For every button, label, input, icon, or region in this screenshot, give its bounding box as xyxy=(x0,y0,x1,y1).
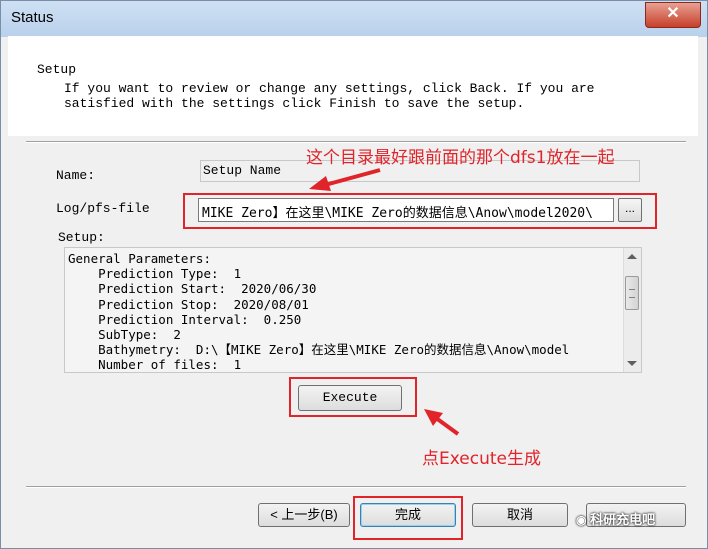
execute-annotation: 点Execute生成 xyxy=(422,449,541,469)
setup-line: Prediction Interval: 0.250 xyxy=(68,311,302,327)
setup-line: General Parameters: xyxy=(68,251,211,266)
bottom-divider xyxy=(26,486,686,488)
setup-scrollbar[interactable] xyxy=(623,248,641,372)
setup-summary-text: General Parameters: Prediction Type: 1 P… xyxy=(68,251,620,373)
close-icon: ✕ xyxy=(666,5,680,22)
file-highlight-box xyxy=(183,193,657,229)
finish-highlight-box xyxy=(353,496,463,540)
wechat-icon: ◉ xyxy=(576,513,587,527)
cancel-button[interactable]: 取消 xyxy=(472,503,568,527)
name-label: Name: xyxy=(56,168,96,183)
scroll-down-arrow-icon[interactable] xyxy=(627,361,637,366)
close-button[interactable]: ✕ xyxy=(645,2,701,28)
scroll-up-arrow-icon[interactable] xyxy=(627,254,637,259)
file-label: Log/pfs-file xyxy=(56,201,150,216)
setup-description: If you want to review or change any sett… xyxy=(64,81,595,111)
dialog-content: Setup If you want to review or change an… xyxy=(8,36,698,541)
back-button[interactable]: < 上一步(B) xyxy=(258,503,350,527)
watermark: ◉ 科研充电吧 xyxy=(576,509,655,528)
scroll-thumb[interactable] xyxy=(625,276,639,310)
setup-line: Prediction Type: 1 xyxy=(68,266,242,282)
setup-line: Number of files: 1 xyxy=(68,357,242,373)
setup-label: Setup: xyxy=(58,230,105,245)
window-title: Status xyxy=(11,9,54,26)
setup-line: Bathymetry: D:\【MIKE Zero】在这里\MIKE Zero的… xyxy=(68,342,570,358)
header-panel: Setup If you want to review or change an… xyxy=(8,36,698,136)
watermark-text: 科研充电吧 xyxy=(590,512,656,527)
title-bar[interactable]: Status ✕ xyxy=(1,1,707,37)
directory-annotation: 这个目录最好跟前面的那个dfs1放在一起 xyxy=(306,148,615,168)
setup-line: Prediction Start: 2020/06/30 xyxy=(68,281,317,297)
setup-line: Prediction Stop: 2020/08/01 xyxy=(68,296,309,312)
execute-highlight-box xyxy=(289,377,417,417)
setup-line: SubType: 2 xyxy=(68,327,181,343)
setup-heading: Setup xyxy=(37,62,77,77)
setup-summary[interactable]: General Parameters: Prediction Type: 1 P… xyxy=(64,247,642,373)
